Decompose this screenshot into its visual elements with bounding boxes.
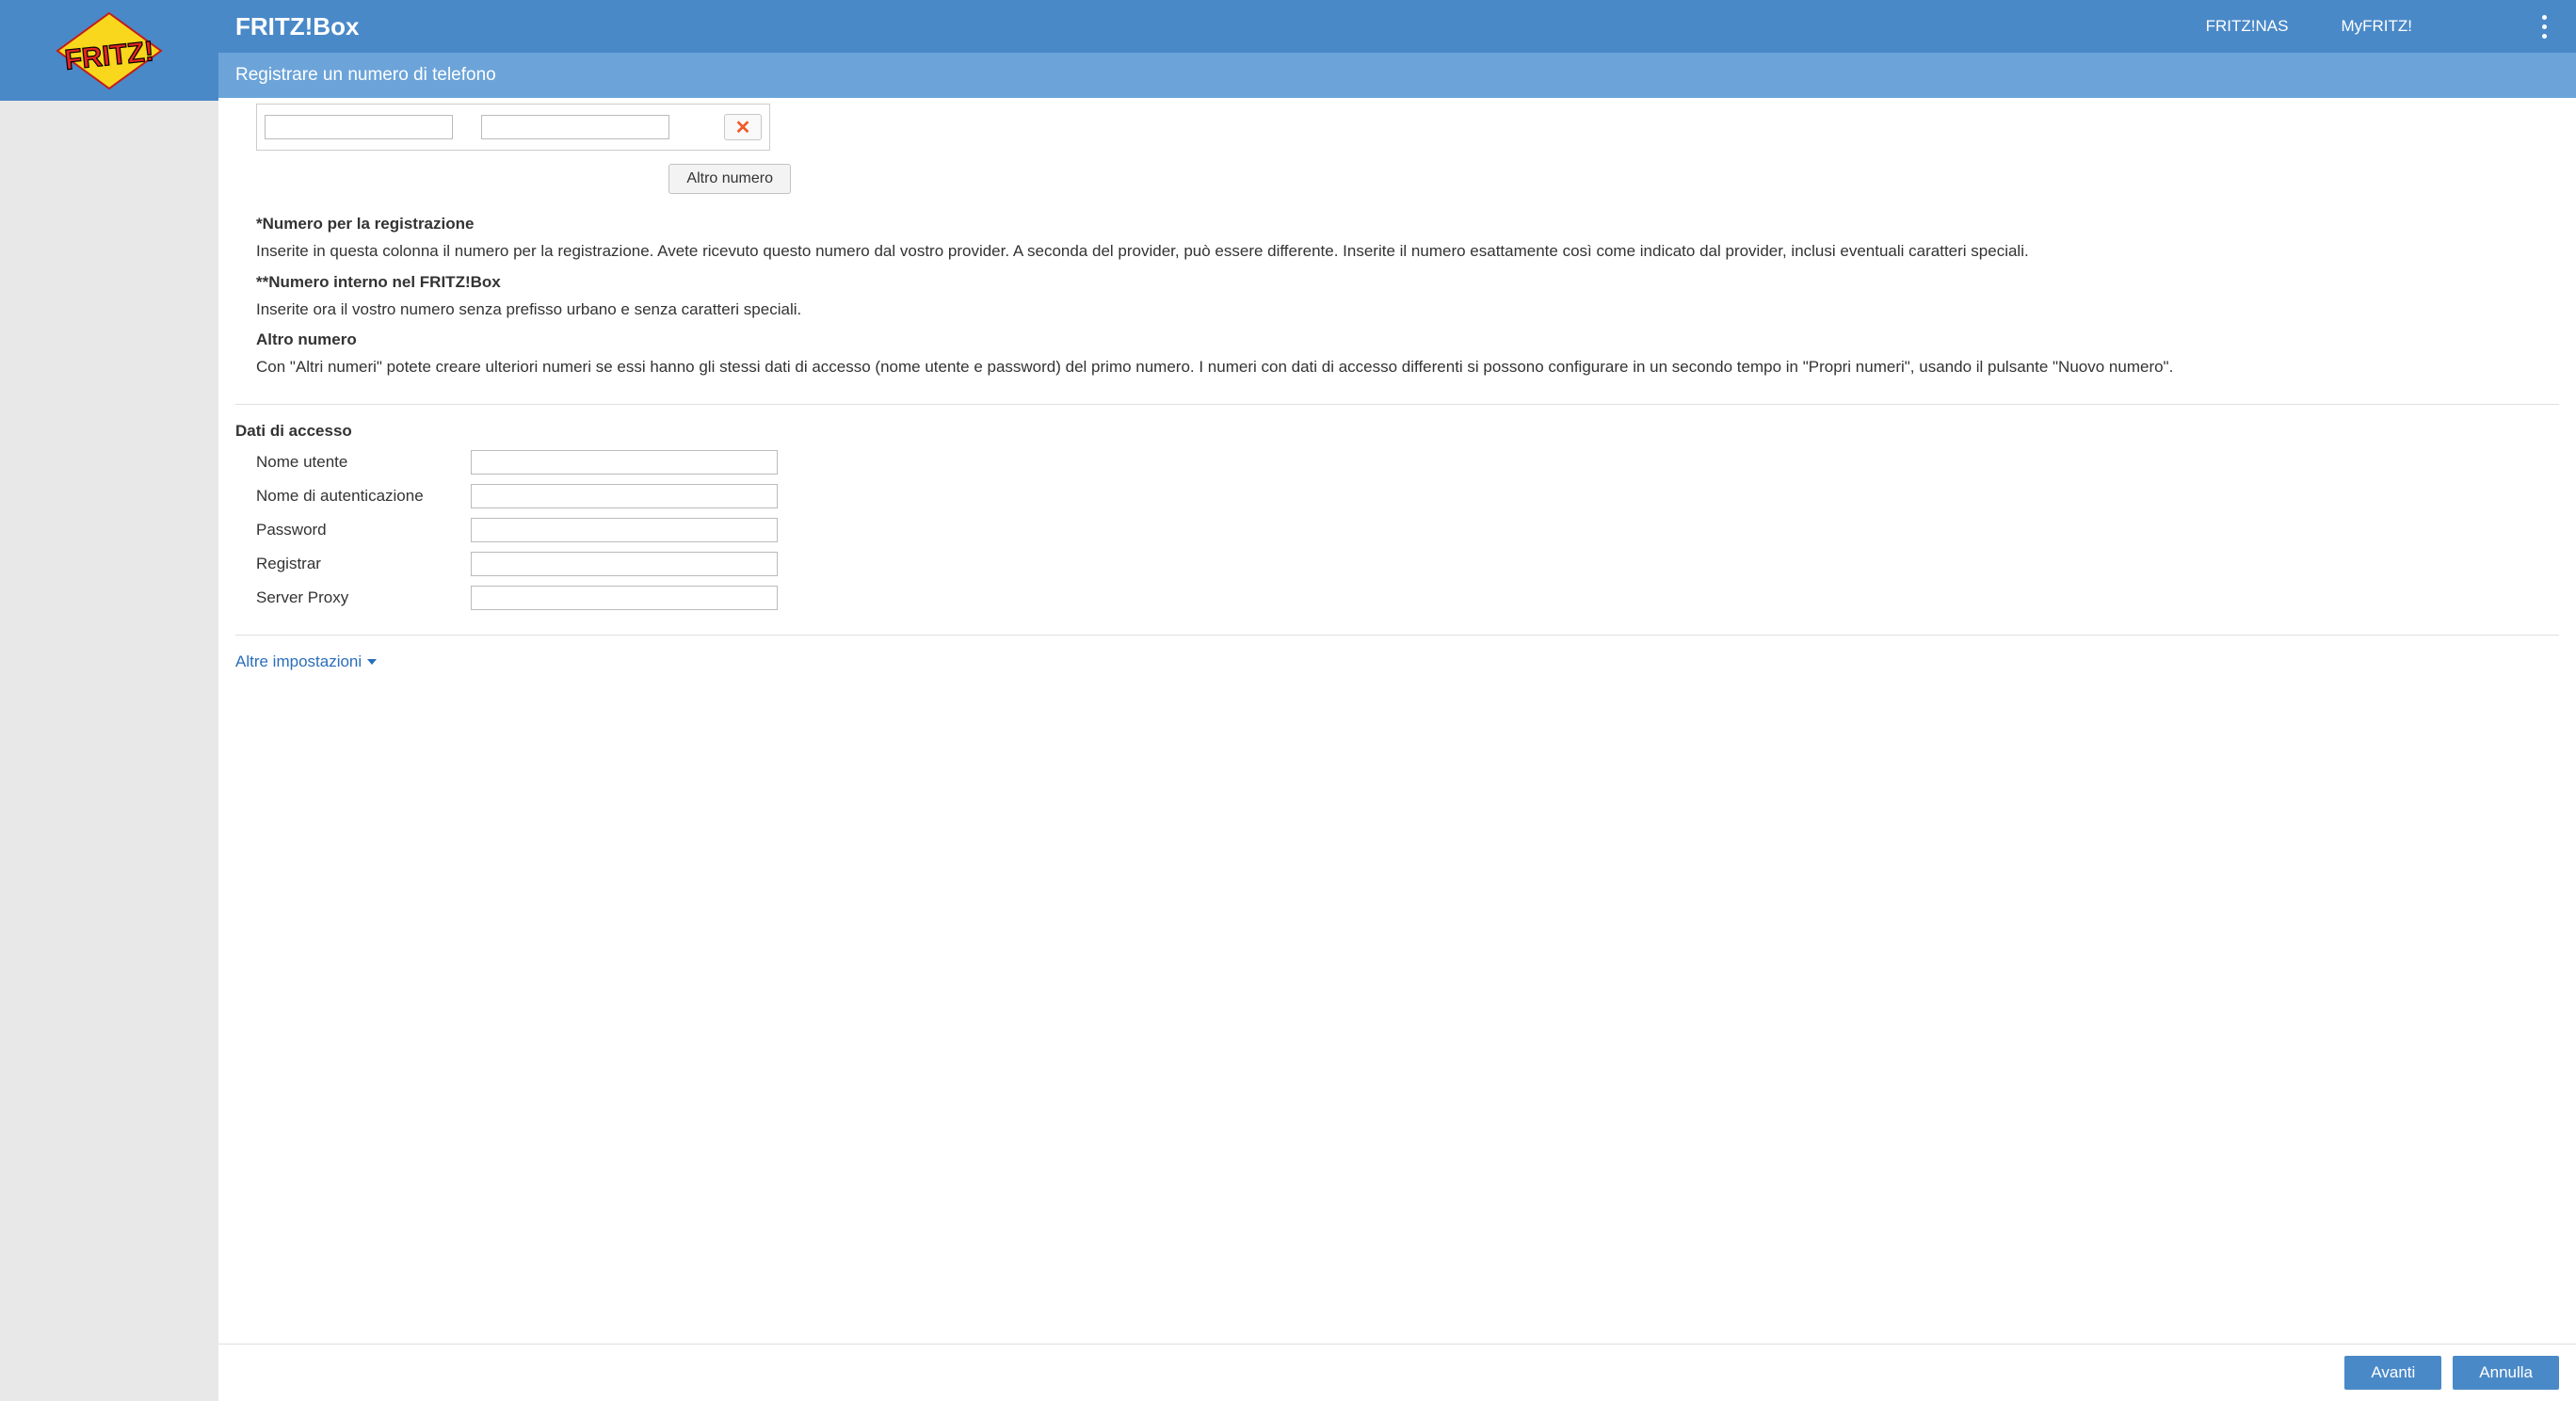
help-text-registration: Inserite in questa colonna il numero per…	[256, 239, 2538, 264]
access-form: Nome utente Nome di autenticazione Passw…	[235, 450, 2559, 610]
next-button[interactable]: Avanti	[2344, 1356, 2441, 1390]
footer-bar: Avanti Annulla	[218, 1344, 2576, 1401]
nav-fritznas[interactable]: FRITZ!NAS	[2206, 17, 2289, 36]
help-text-other: Con "Altri numeri" potete creare ulterio…	[256, 355, 2538, 379]
page-subtitle: Registrare un numero di telefono	[218, 53, 2576, 98]
header: FRITZ!Box FRITZ!NAS MyFRITZ!	[218, 0, 2576, 53]
separator	[235, 635, 2559, 636]
separator	[235, 404, 2559, 405]
more-settings-toggle[interactable]: Altre impostazioni	[235, 652, 377, 671]
cancel-button[interactable]: Annulla	[2453, 1356, 2559, 1390]
app-title: FRITZ!Box	[235, 12, 359, 41]
authname-label: Nome di autenticazione	[256, 487, 471, 506]
add-number-button[interactable]: Altro numero	[668, 164, 791, 194]
proxy-field[interactable]	[471, 586, 778, 610]
registrar-field[interactable]	[471, 552, 778, 576]
numbers-table: ✕	[256, 104, 770, 151]
table-row: ✕	[257, 105, 769, 150]
username-label: Nome utente	[256, 453, 471, 472]
access-section-title: Dati di accesso	[235, 422, 2559, 441]
username-field[interactable]	[471, 450, 778, 475]
close-icon: ✕	[735, 116, 751, 139]
fritz-logo: FRITZ!	[0, 0, 218, 101]
nav-myfritz[interactable]: MyFRITZ!	[2341, 17, 2412, 36]
registration-number-input[interactable]	[265, 115, 453, 139]
authname-field[interactable]	[471, 484, 778, 508]
menu-icon[interactable]	[2533, 8, 2555, 45]
password-field[interactable]	[471, 518, 778, 542]
delete-row-button[interactable]: ✕	[724, 114, 762, 140]
internal-number-input[interactable]	[481, 115, 669, 139]
help-title-other: Altro numero	[256, 330, 2538, 349]
sidebar: FRITZ!	[0, 0, 218, 1401]
more-settings-label: Altre impostazioni	[235, 652, 362, 671]
help-title-internal: **Numero interno nel FRITZ!Box	[256, 273, 2538, 292]
proxy-label: Server Proxy	[256, 588, 471, 607]
registrar-label: Registrar	[256, 555, 471, 573]
content: ✕ Altro numero *Numero per la registrazi…	[218, 98, 2576, 1344]
help-text-internal: Inserite ora il vostro numero senza pref…	[256, 298, 2538, 322]
help-block: *Numero per la registrazione Inserite in…	[235, 215, 2559, 379]
help-title-registration: *Numero per la registrazione	[256, 215, 2538, 234]
password-label: Password	[256, 521, 471, 539]
